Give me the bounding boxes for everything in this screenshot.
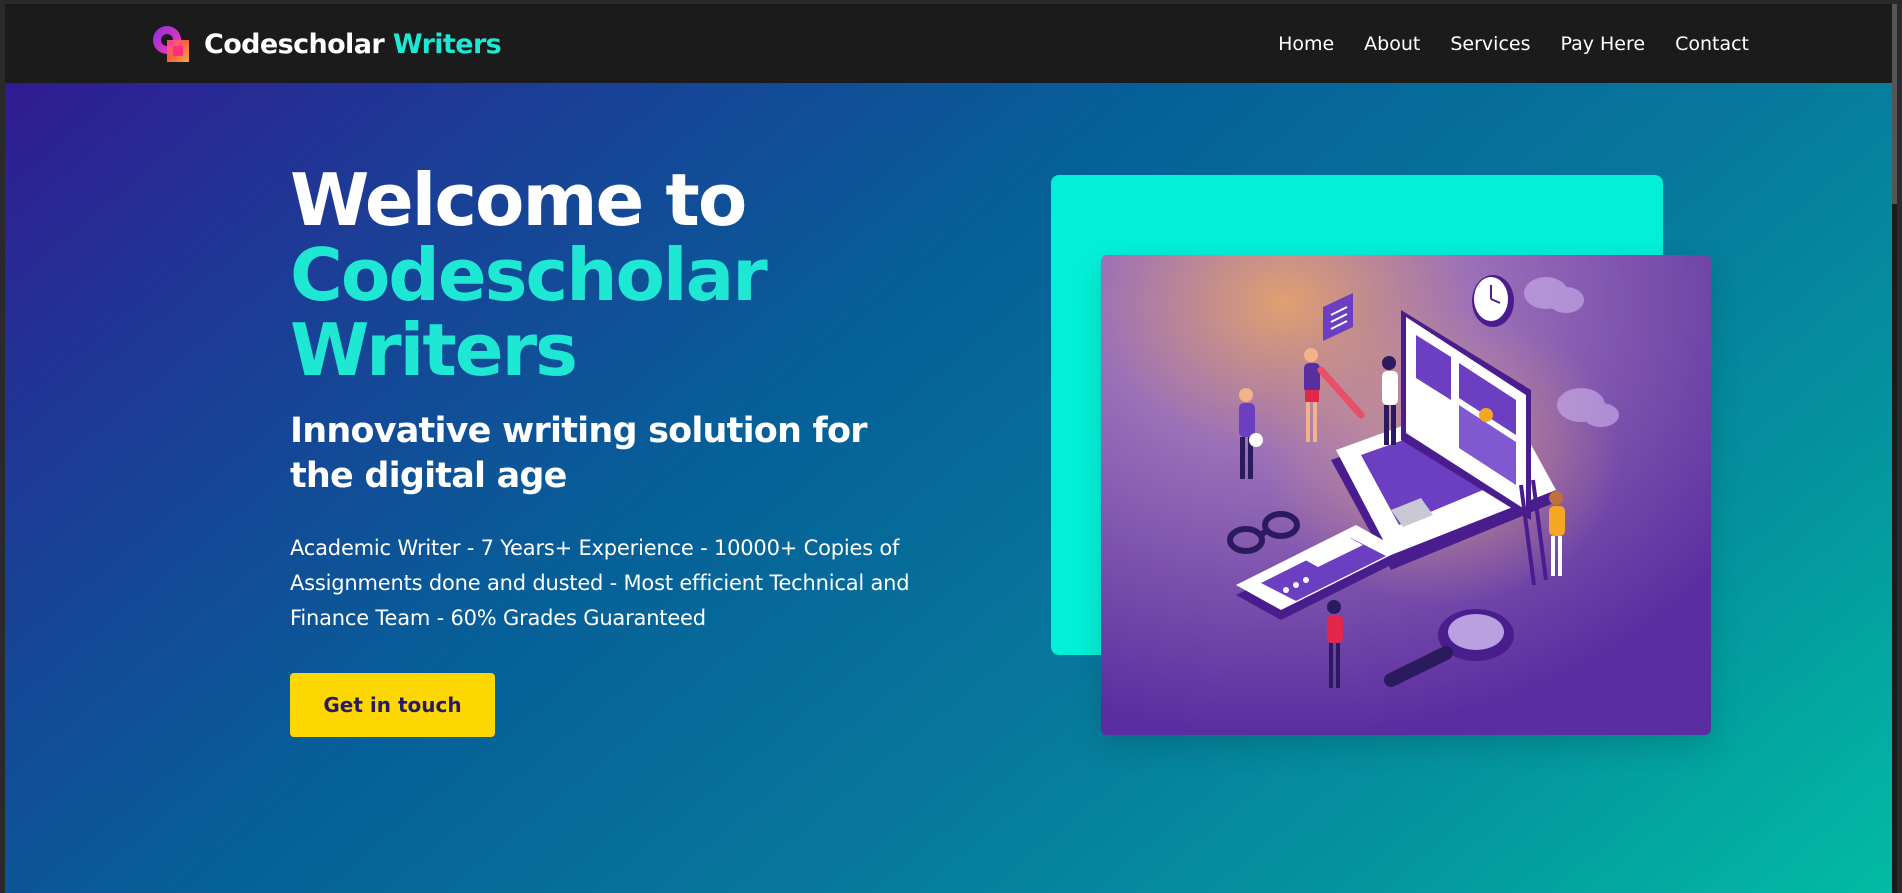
brand-name: Codescholar Writers [204,28,502,60]
nav-link-about[interactable]: About [1364,33,1420,55]
browser-viewport: Codescholar Writers Home About Services … [5,4,1897,893]
nav-link-home[interactable]: Home [1278,33,1334,55]
navbar: Codescholar Writers Home About Services … [5,4,1897,83]
scrollbar[interactable] [1892,4,1897,893]
hero-section: Welcome to Codescholar Writers Innovativ… [5,83,1897,893]
nav-link-contact[interactable]: Contact [1675,33,1749,55]
brand-link[interactable]: Codescholar Writers [151,24,502,64]
isometric-workspace-illustration: </> [1101,255,1711,735]
brand-name-accent: Writers [392,28,502,60]
scrollbar-thumb[interactable] [1892,4,1897,204]
nav-links: Home About Services Pay Here Contact [1278,33,1749,55]
nav-link-services[interactable]: Services [1450,33,1530,55]
hero-title: Welcome to Codescholar Writers [290,163,850,388]
hero-title-line2: Codescholar [290,233,768,317]
hero-illustration: </> [1101,255,1711,735]
hero-description: Academic Writer - 7 Years+ Experience - … [290,536,910,630]
nav-link-pay-here[interactable]: Pay Here [1560,33,1645,55]
brand-logo-icon [153,26,189,62]
hero-subtitle: Innovative writing solution for the digi… [290,411,867,496]
get-in-touch-button[interactable]: Get in touch [290,673,495,737]
clock-icon [1472,275,1514,327]
brand-name-main: Codescholar [204,28,385,60]
hero-title-line1: Welcome to [290,158,747,242]
hero-title-line3: Writers [290,308,578,392]
